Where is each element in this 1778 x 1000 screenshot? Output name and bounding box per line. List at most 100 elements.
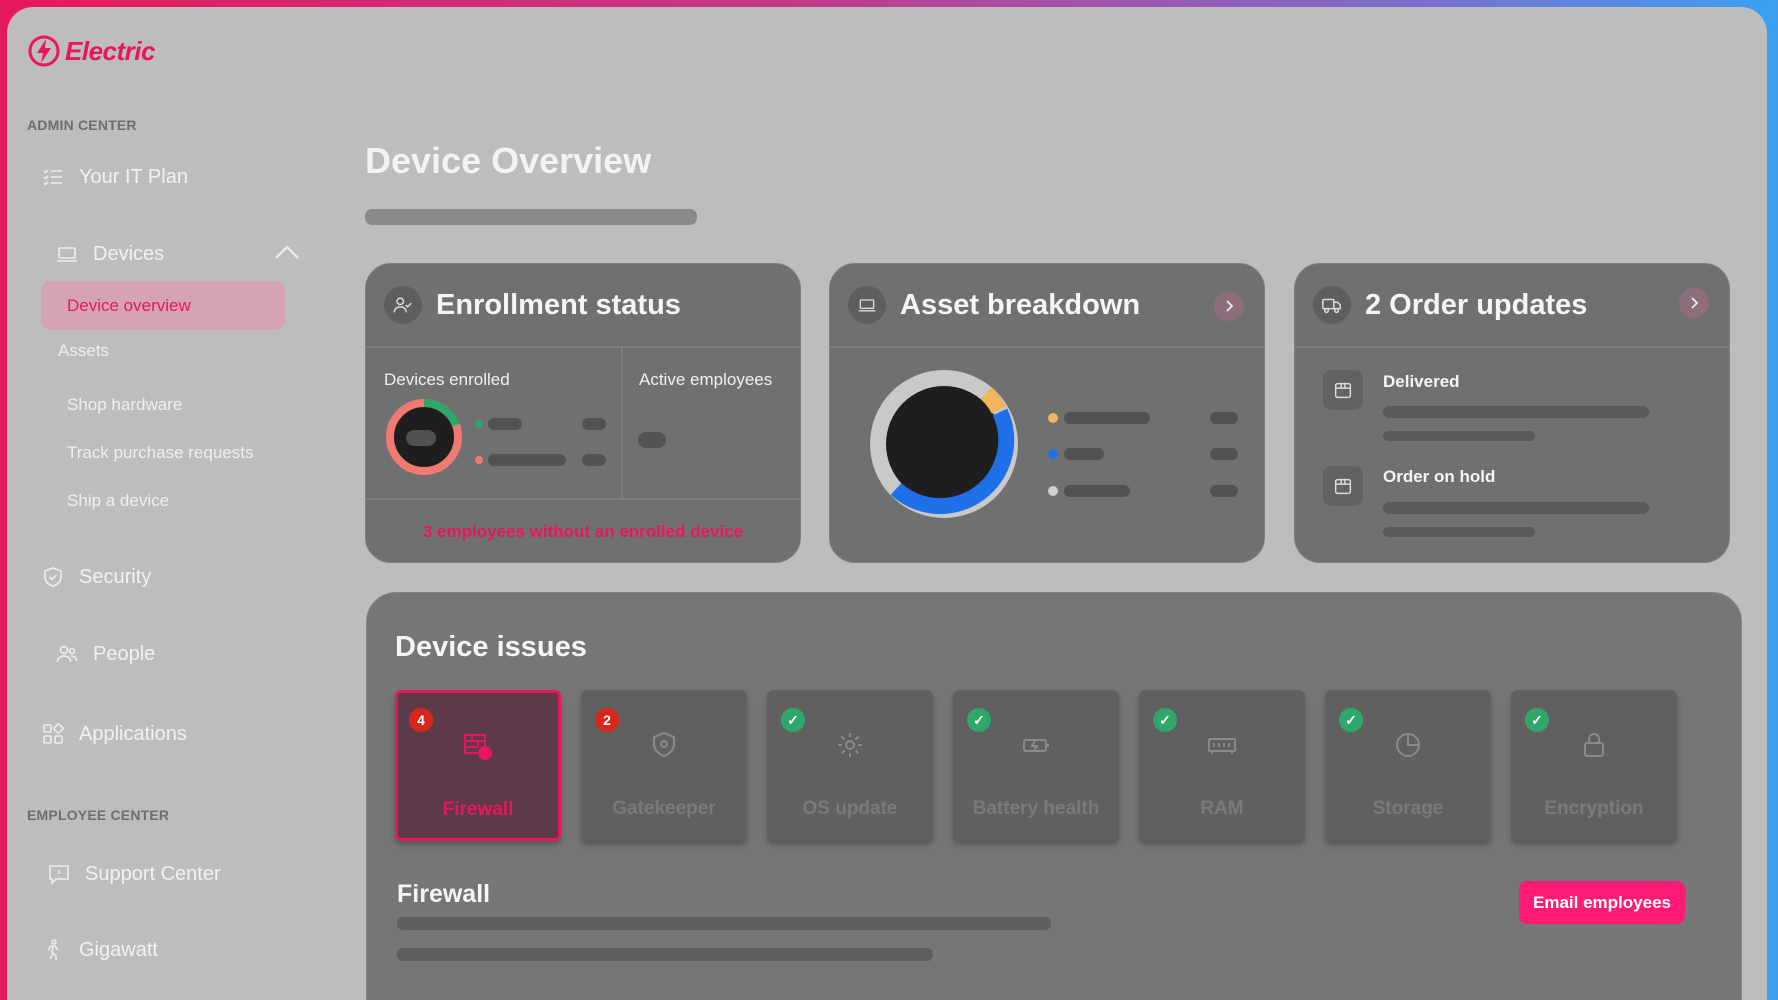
check-icon: ✓ <box>1153 708 1177 732</box>
check-icon: ✓ <box>967 708 991 732</box>
order-updates-arrow-button[interactable] <box>1679 288 1709 318</box>
runner-icon <box>47 939 59 960</box>
placeholder <box>582 454 606 466</box>
nav-label: Applications <box>79 722 187 745</box>
nav-label: Your IT Plan <box>79 165 188 188</box>
asset-breakdown-arrow-button[interactable] <box>1214 291 1244 321</box>
card-title: Asset breakdown <box>900 288 1141 321</box>
issue-tile-os-update[interactable]: ✓ OS update <box>767 690 933 841</box>
section-title: Device issues <box>395 631 587 663</box>
laptop-icon <box>848 286 886 324</box>
divider <box>366 498 800 500</box>
placeholder <box>488 418 522 430</box>
sidebar-item-shop-hardware[interactable]: Shop hardware <box>67 395 182 415</box>
order-status-delivered: Delivered <box>1383 372 1460 391</box>
sidebar-item-device-overview[interactable]: Device overview <box>41 281 285 330</box>
sidebar-item-ship-a-device[interactable]: Ship a device <box>67 491 169 511</box>
issue-tile-battery-health[interactable]: ✓ Battery health <box>953 690 1119 841</box>
asset-donut <box>870 370 1018 518</box>
sidebar: Electric ADMIN CENTER Your IT Plan Devic… <box>7 7 327 1000</box>
placeholder <box>1210 412 1238 424</box>
support-chat-icon <box>49 865 69 885</box>
chevron-up-icon[interactable] <box>273 242 301 262</box>
nav-label: Support Center <box>85 862 221 885</box>
battery-icon <box>1023 739 1049 752</box>
tile-label: RAM <box>1200 798 1244 819</box>
card-header: Asset breakdown <box>830 264 1264 348</box>
order-updates-card[interactable]: 2 Order updates Delivered Order on hold <box>1294 263 1730 563</box>
card-header: 2 Order updates <box>1295 264 1729 348</box>
placeholder <box>1383 406 1649 418</box>
nav-your-it-plan[interactable]: Your IT Plan <box>41 165 188 189</box>
legend-dot <box>475 420 483 428</box>
pie-chart-icon <box>1396 733 1420 757</box>
apps-grid-icon <box>43 723 64 744</box>
asset-breakdown-card[interactable]: Asset breakdown <box>829 263 1265 563</box>
shield-check-icon <box>44 567 62 587</box>
nav-label: People <box>93 642 156 665</box>
nav-security[interactable]: Security <box>41 565 151 589</box>
divider <box>621 348 623 498</box>
check-icon: ✓ <box>781 708 805 732</box>
placeholder <box>1210 448 1238 460</box>
lock-icon <box>1584 733 1604 757</box>
placeholder <box>638 432 666 448</box>
issue-tile-storage[interactable]: ✓ Storage <box>1325 690 1491 841</box>
enrollment-status-card[interactable]: Enrollment status Devices enrolled Activ… <box>365 263 801 563</box>
issue-tile-encryption[interactable]: ✓ Encryption <box>1511 690 1677 841</box>
package-icon <box>1323 370 1363 410</box>
nav-label: Security <box>79 565 152 588</box>
placeholder <box>397 948 933 961</box>
issue-count-badge: 4 <box>409 708 433 732</box>
placeholder <box>1064 485 1130 497</box>
enrollment-warning-link[interactable]: 3 employees without an enrolled device <box>366 522 800 542</box>
placeholder <box>1210 485 1238 497</box>
issue-tile-gatekeeper[interactable]: 2 Gatekeeper <box>581 690 747 841</box>
active-employees-label: Active employees <box>639 370 773 389</box>
placeholder <box>488 454 566 466</box>
people-icon <box>56 645 78 663</box>
tile-label: OS update <box>802 798 898 819</box>
legend-dot <box>1048 486 1058 496</box>
brand-logo[interactable]: Electric <box>27 34 155 68</box>
page-title: Device Overview <box>365 140 652 181</box>
legend-dot <box>475 456 483 464</box>
device-issues-panel: Device issues 4 Firewall 2 Gatekeeper ✓ … <box>366 592 1742 1000</box>
tile-label: Battery health <box>972 798 1100 819</box>
memory-chip-icon <box>1208 738 1236 754</box>
chevron-right-icon <box>1691 297 1699 309</box>
selected-issue-title: Firewall <box>397 880 491 908</box>
email-employees-button[interactable]: Email employees <box>1519 881 1685 924</box>
list-check-icon <box>43 169 62 186</box>
card-title: Enrollment status <box>436 288 681 321</box>
tile-label: Encryption <box>1544 798 1644 819</box>
sidebar-item-track-purchase-requests[interactable]: Track purchase requests <box>67 443 253 463</box>
nav-devices[interactable]: Devices <box>55 242 164 266</box>
order-status-on-hold: Order on hold <box>1383 467 1496 486</box>
placeholder <box>1383 502 1649 514</box>
issue-tile-ram[interactable]: ✓ RAM <box>1139 690 1305 841</box>
placeholder <box>1383 527 1535 537</box>
devices-enrolled-label: Devices enrolled <box>384 370 510 389</box>
nav-label: Gigawatt <box>79 938 158 961</box>
nav-people[interactable]: People <box>55 642 155 666</box>
subtitle-placeholder <box>365 209 697 225</box>
nav-gigawatt[interactable]: Gigawatt <box>41 938 158 962</box>
issue-tile-firewall[interactable]: 4 Firewall <box>395 690 561 841</box>
nav-support-center[interactable]: Support Center <box>47 862 221 886</box>
gear-icon <box>838 733 862 757</box>
nav-applications[interactable]: Applications <box>41 722 187 746</box>
check-icon: ✓ <box>1339 708 1363 732</box>
legend-dot <box>1048 413 1058 423</box>
truck-icon <box>1313 286 1351 324</box>
placeholder <box>1064 448 1104 460</box>
employee-center-label: EMPLOYEE CENTER <box>27 807 170 823</box>
placeholder <box>582 418 606 430</box>
placeholder <box>1064 412 1150 424</box>
tile-label: Storage <box>1372 798 1444 819</box>
shield-gear-icon <box>653 731 675 758</box>
sidebar-item-assets[interactable]: Assets <box>58 341 109 361</box>
user-check-icon <box>384 286 422 324</box>
card-title: 2 Order updates <box>1365 288 1588 321</box>
placeholder <box>397 917 1051 930</box>
